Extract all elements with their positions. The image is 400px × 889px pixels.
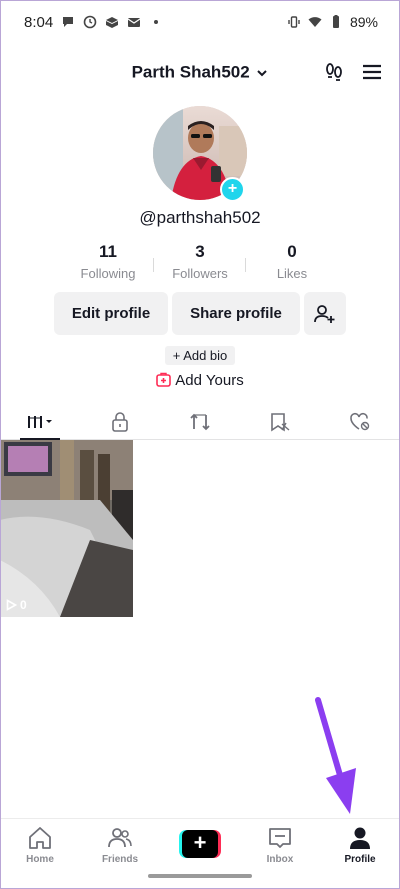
stat-label: Likes [276, 266, 308, 281]
vibrate-icon [288, 16, 300, 28]
view-count: 0 [6, 598, 27, 612]
liked-icon [350, 412, 370, 430]
nav-friends-label: Friends [101, 854, 139, 865]
play-icon [6, 599, 17, 611]
content-tabs [0, 404, 400, 440]
nav-inbox[interactable]: Inbox [240, 819, 320, 868]
add-yours-label: Add Yours [175, 372, 244, 389]
friends-icon [108, 828, 132, 848]
add-friend-button[interactable] [304, 292, 346, 335]
saved-icon [271, 412, 290, 431]
lock-icon [112, 411, 128, 432]
add-yours-link[interactable]: Add Yours [0, 372, 400, 389]
videos-grid-icon [28, 415, 52, 428]
repost-icon [190, 413, 210, 430]
stat-likes[interactable]: 0 Likes [246, 242, 338, 282]
bottom-nav: Home Friends + Inbox Profile [0, 818, 400, 868]
status-time: 8:04 [24, 13, 54, 31]
stat-value: 3 [195, 242, 205, 261]
profile-icon [350, 827, 370, 849]
tab-reposts[interactable] [160, 404, 240, 439]
tab-videos[interactable] [0, 404, 80, 440]
nav-profile[interactable]: Profile [320, 819, 400, 868]
wifi-icon [308, 17, 322, 27]
inbox-icon [269, 828, 291, 848]
stat-following[interactable]: 11 Following [62, 242, 154, 282]
status-bar: 8:04 89% [0, 0, 400, 44]
nav-inbox-label: Inbox [266, 854, 294, 865]
battery-percent: 89% [349, 14, 378, 30]
plus-icon: + [182, 830, 218, 858]
view-count-value: 0 [20, 598, 27, 612]
footprint-icon[interactable] [322, 60, 346, 84]
dot-icon [154, 20, 159, 24]
avatar-add-button[interactable]: + [220, 177, 245, 202]
create-button[interactable]: + [179, 830, 221, 858]
edit-profile-button[interactable]: Edit profile [54, 292, 168, 335]
nav-friends[interactable]: Friends [80, 819, 160, 868]
add-bio-button[interactable]: + Add bio [165, 346, 235, 365]
chat-icon [63, 17, 74, 27]
stat-value: 0 [287, 242, 297, 261]
clock-icon [83, 15, 97, 29]
annotation-arrow-icon [315, 697, 356, 814]
nav-home[interactable]: Home [0, 819, 80, 868]
video-thumbnail[interactable]: 0 [0, 440, 133, 617]
share-profile-button[interactable]: Share profile [172, 292, 300, 335]
tab-liked[interactable] [320, 404, 400, 439]
mail-icon [127, 18, 141, 27]
nav-profile-label: Profile [344, 854, 376, 865]
battery-icon [332, 15, 339, 28]
video-preview-image [0, 440, 133, 617]
boxes-icon [106, 17, 119, 28]
profile-handle: @parthshah502 [139, 208, 261, 227]
gesture-bar [148, 874, 252, 878]
add-person-icon [314, 304, 335, 323]
stat-label: Following [80, 266, 136, 281]
chevron-down-icon [257, 69, 268, 76]
home-icon [29, 827, 51, 849]
username-title: Parth Shah502 [131, 62, 250, 82]
tab-private[interactable] [80, 404, 160, 439]
add-yours-icon [156, 372, 172, 387]
tab-saved[interactable] [240, 404, 320, 439]
menu-icon[interactable] [361, 61, 383, 83]
stat-followers[interactable]: 3 Followers [154, 242, 246, 282]
stat-label: Followers [172, 266, 228, 281]
nav-home-label: Home [26, 854, 54, 865]
stat-value: 11 [99, 242, 117, 261]
profile-header: Parth Shah502 [0, 56, 400, 90]
nav-create[interactable]: + [160, 819, 240, 868]
profile-stats: 11 Following 3 Followers 0 Likes [62, 242, 338, 282]
